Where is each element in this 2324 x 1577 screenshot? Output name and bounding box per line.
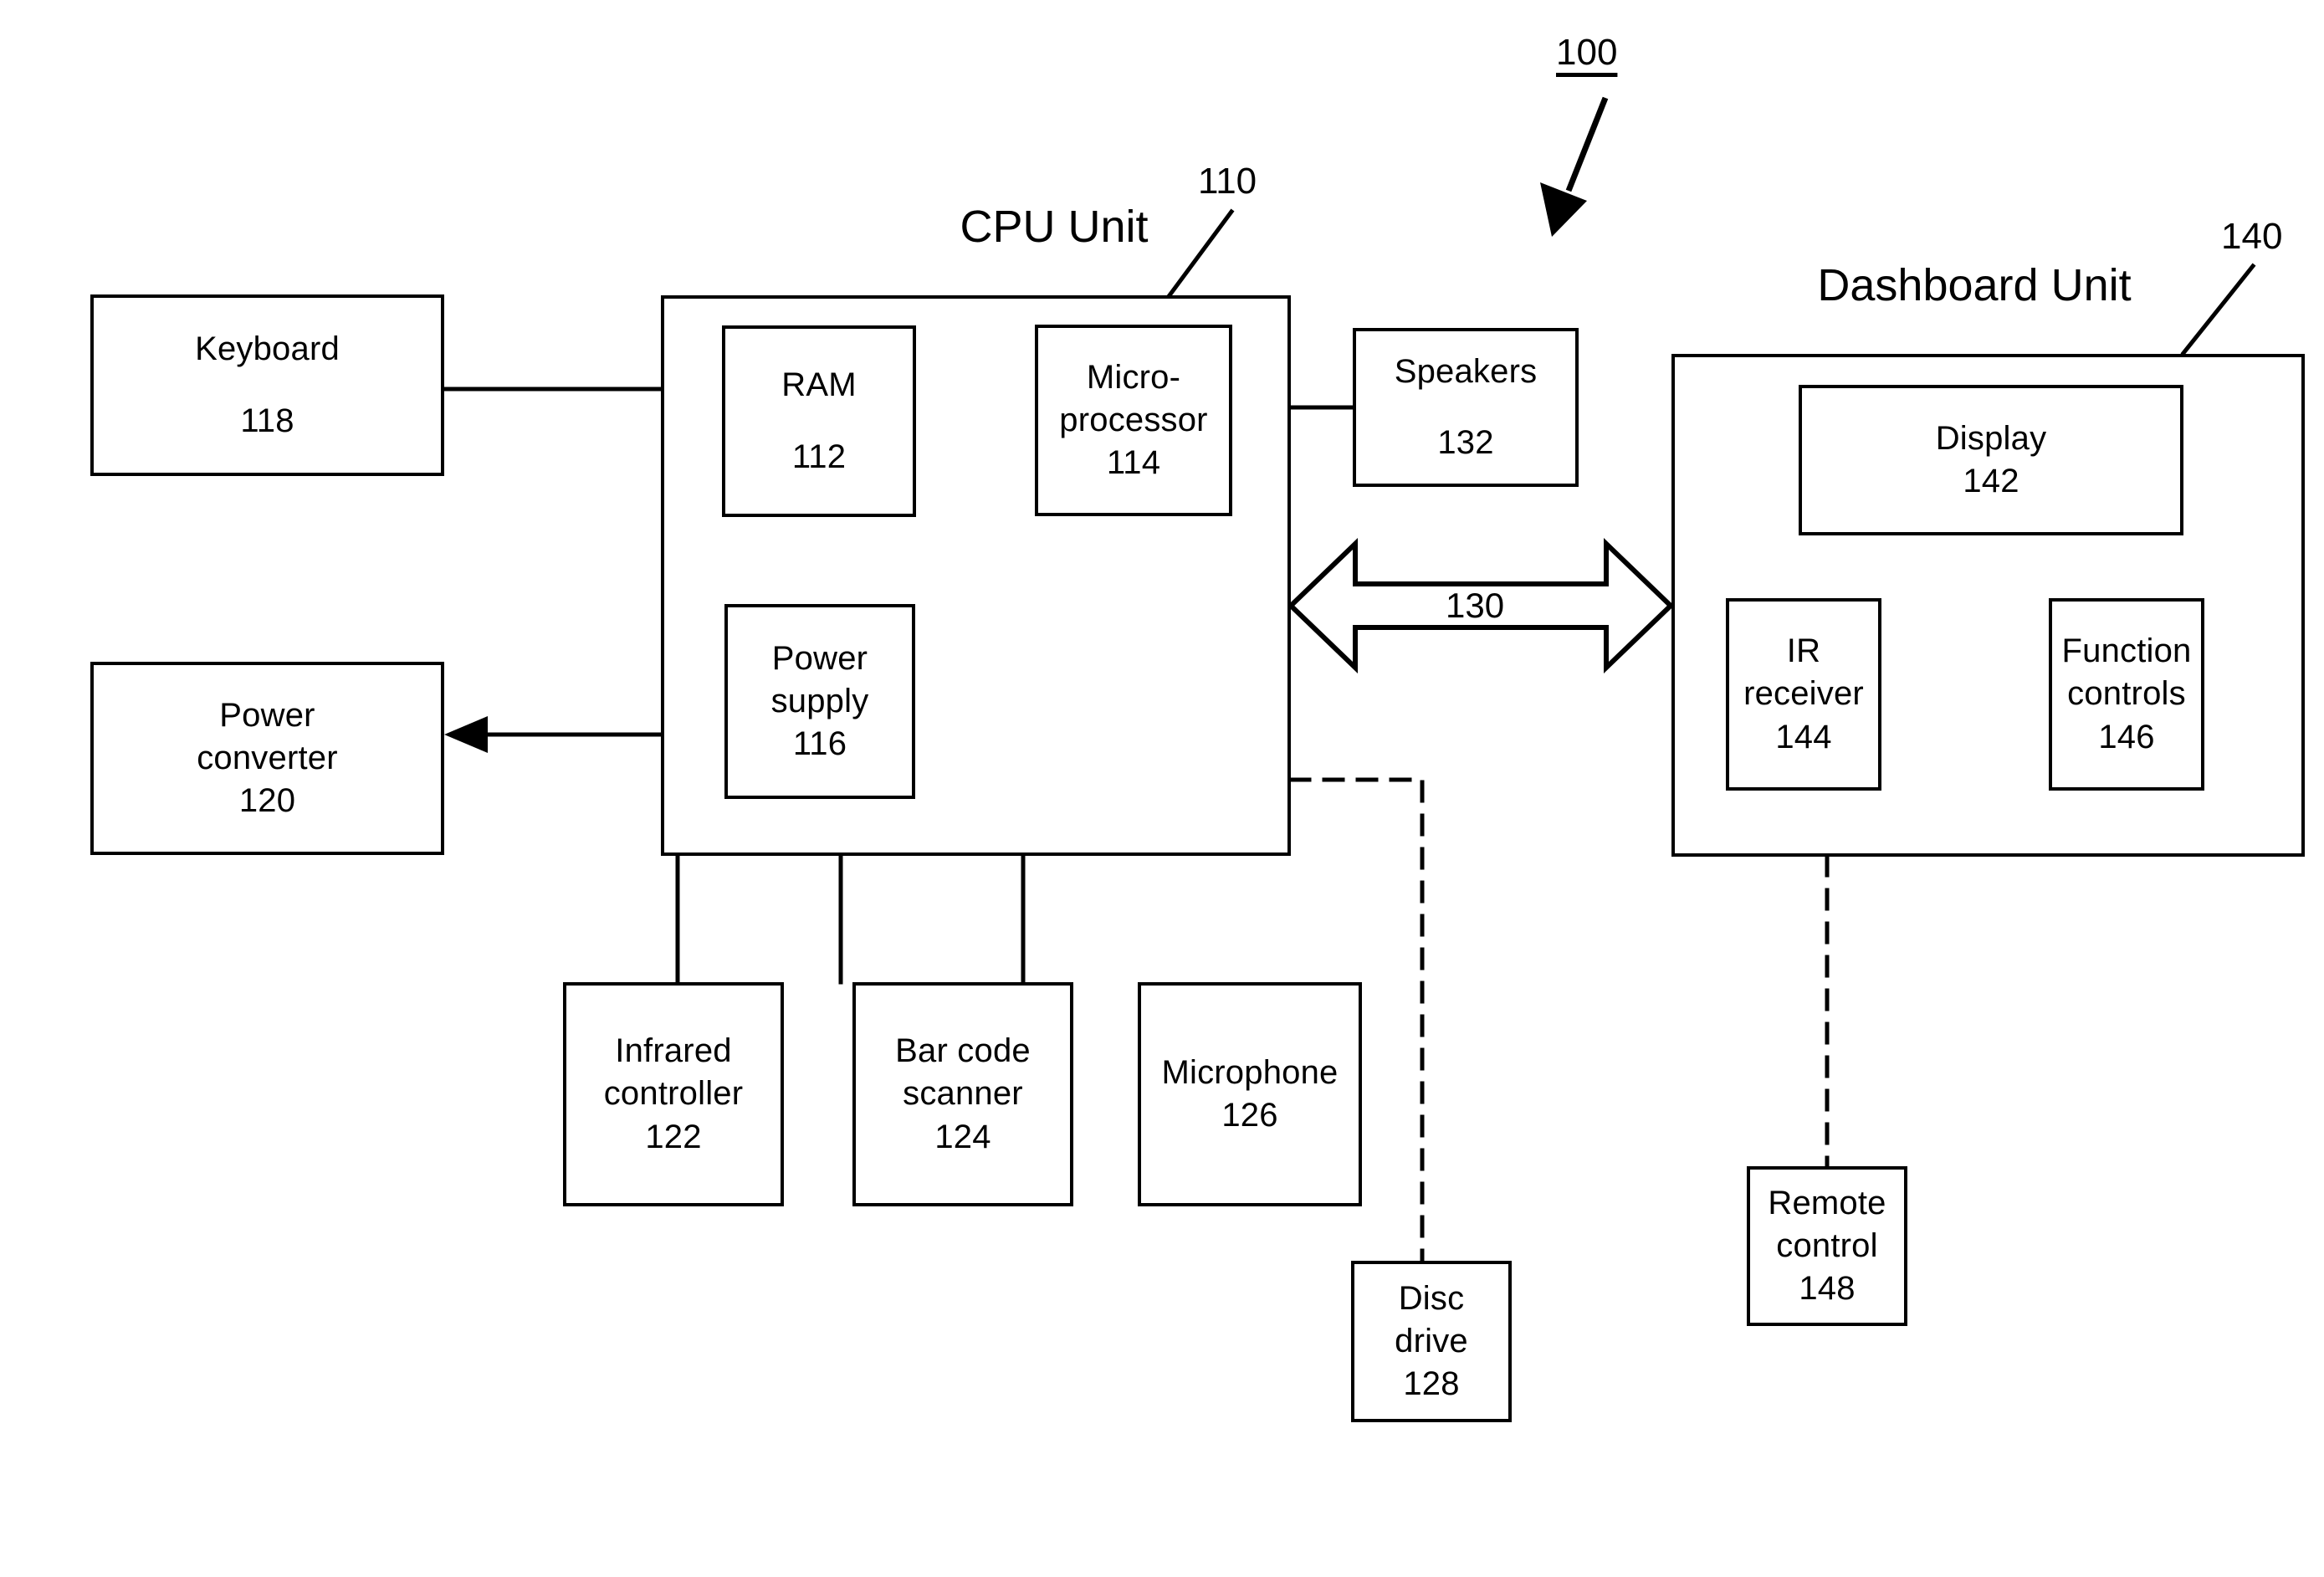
dashboard-unit-title: Dashboard Unit	[1817, 260, 2132, 310]
bar-code-scanner-node[interactable]: Bar code scanner 124	[852, 982, 1073, 1206]
microprocessor-label: Micro- processor	[1059, 358, 1208, 438]
remote-control-label: Remote control	[1768, 1184, 1886, 1264]
keyboard-node[interactable]: Keyboard 118	[90, 294, 444, 476]
disc-drive-numeral: 128	[1403, 1365, 1460, 1403]
cpu-unit-reference-numeral: 110	[1198, 161, 1257, 202]
microprocessor-node[interactable]: Micro- processor 114	[1035, 325, 1232, 516]
system-ref-arrow	[1540, 96, 1609, 237]
power-supply-node[interactable]: Power supply 116	[724, 604, 915, 799]
arrowhead-system-ref	[1540, 182, 1587, 237]
power-converter-label: Power converter	[197, 696, 338, 776]
power-supply-numeral: 116	[792, 725, 847, 763]
function-controls-label: Function controls	[2061, 632, 2192, 713]
arrowhead-left-power-converter	[444, 716, 488, 753]
power-supply-label: Power supply	[770, 639, 869, 719]
microphone-numeral: 126	[1221, 1097, 1278, 1134]
display-label: Display	[1935, 419, 2047, 457]
speakers-node[interactable]: Speakers 132	[1353, 328, 1579, 487]
disc-drive-label: Disc drive	[1395, 1279, 1468, 1359]
bar-code-scanner-label: Bar code scanner	[895, 1032, 1031, 1113]
system-reference-numeral: 100	[1556, 32, 1618, 73]
function-controls-numeral: 146	[2098, 718, 2155, 755]
infrared-controller-label: Infrared controller	[603, 1032, 744, 1113]
infrared-controller-node[interactable]: Infrared controller 122	[563, 982, 784, 1206]
keyboard-label: Keyboard	[195, 330, 340, 368]
keyboard-numeral: 118	[240, 402, 294, 439]
display-node[interactable]: Display 142	[1799, 385, 2183, 535]
microprocessor-numeral: 114	[1106, 444, 1161, 482]
cpu-unit-title: CPU Unit	[960, 202, 1149, 252]
speakers-label: Speakers	[1394, 352, 1538, 390]
remote-control-numeral: 148	[1799, 1270, 1856, 1308]
speakers-numeral: 132	[1437, 424, 1494, 461]
microphone-node[interactable]: Microphone 126	[1138, 982, 1362, 1206]
disc-drive-node[interactable]: Disc drive 128	[1351, 1261, 1512, 1422]
microphone-label: Microphone	[1161, 1053, 1339, 1091]
infrared-controller-numeral: 122	[645, 1118, 702, 1155]
power-converter-node[interactable]: Power converter 120	[90, 662, 444, 855]
ir-receiver-node[interactable]: IR receiver 144	[1726, 598, 1881, 791]
function-controls-node[interactable]: Function controls 146	[2049, 598, 2204, 791]
figure-canvas: 100 110 140 CPU Unit Dashboard Unit Keyb…	[0, 0, 2324, 1577]
remote-control-node[interactable]: Remote control 148	[1747, 1166, 1907, 1326]
display-numeral: 142	[1963, 463, 2019, 499]
ram-numeral: 112	[791, 438, 847, 475]
bus-label-130: 130	[1446, 586, 1505, 625]
ir-receiver-numeral: 144	[1775, 718, 1832, 755]
ram-node[interactable]: RAM 112	[722, 325, 916, 517]
dashboard-unit-reference-numeral: 140	[2221, 216, 2283, 257]
bar-code-scanner-numeral: 124	[934, 1118, 991, 1155]
power-converter-numeral: 120	[238, 782, 296, 820]
ram-label: RAM	[781, 366, 857, 404]
ir-receiver-label: IR receiver	[1743, 632, 1864, 713]
